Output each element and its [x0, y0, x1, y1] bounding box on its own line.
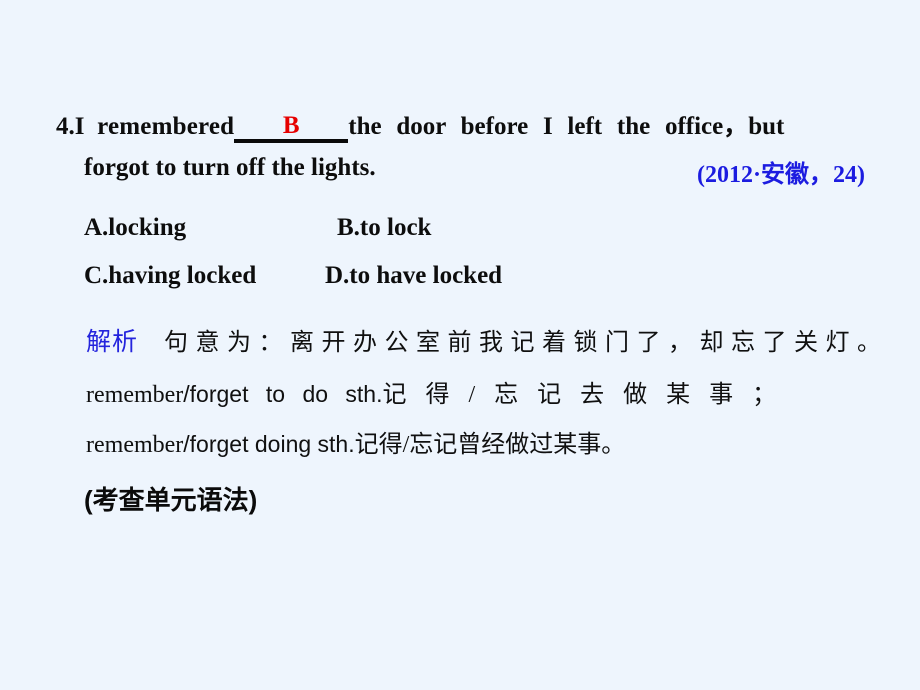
phrase-to-do-meaning: 记 得 / 忘 记 去 做 某 事 ； — [382, 382, 783, 408]
answer-letter: B — [282, 112, 300, 139]
phrase-remember-2: remember — [86, 432, 184, 458]
phrase-doing-meaning: 记得/忘记曾经做过某事。 — [354, 432, 626, 458]
question-stem-after-blank: the door before I left the office，but — [348, 113, 785, 140]
explanation-line-2: remember/forget to do sth.记 得 / 忘 记 去 做 … — [86, 374, 876, 418]
phrase-remember-1: remember — [86, 382, 184, 408]
question-citation: (2012·安徽，24) — [697, 162, 865, 188]
answer-blank[interactable]: B — [234, 112, 349, 143]
option-c[interactable]: C.having locked — [84, 262, 256, 290]
explanation-line-3: remember/forget doing sth.记得/忘记曾经做过某事。 — [86, 424, 876, 468]
question-line-2: forgot to turn off the lights. (2012·安徽，… — [84, 154, 874, 188]
option-a[interactable]: A.locking — [84, 214, 186, 242]
phrase-forget-doing: /forget doing sth. — [183, 431, 355, 457]
explanation-label: 解析 — [86, 329, 139, 356]
options-row-1: A.locking B.to lock — [84, 214, 784, 262]
question-stem-before-blank: I remembered — [74, 113, 235, 140]
explanation-sentence-meaning: 句意为：离开办公室前我记着锁门了，却忘了关灯。 — [164, 330, 889, 356]
question-number: 4. — [56, 113, 75, 140]
phrase-forget-to-do: /forget to do sth. — [183, 381, 383, 407]
slide-canvas: 4. I remembered Bthe door before I left th… — [0, 0, 920, 690]
options-block: A.locking B.to lock C.having locked D.to… — [84, 214, 784, 310]
question-line-1: 4. I remembered Bthe door before I left th… — [56, 106, 874, 143]
question-block: 4. I remembered Bthe door before I left th… — [56, 106, 874, 188]
question-stem-line2: forgot to turn off the lights. — [84, 154, 376, 181]
option-b[interactable]: B.to lock — [337, 214, 431, 242]
footer-note: (考查单元语法) — [84, 485, 258, 515]
option-d[interactable]: D.to have locked — [325, 262, 502, 290]
explanation-line-1: 解析 句意为：离开办公室前我记着锁门了，却忘了关灯。 — [86, 322, 881, 366]
explanation-block: 解析 句意为：离开办公室前我记着锁门了，却忘了关灯。 remember/forge… — [86, 322, 881, 458]
options-row-2: C.having locked D.to have locked — [84, 262, 784, 310]
